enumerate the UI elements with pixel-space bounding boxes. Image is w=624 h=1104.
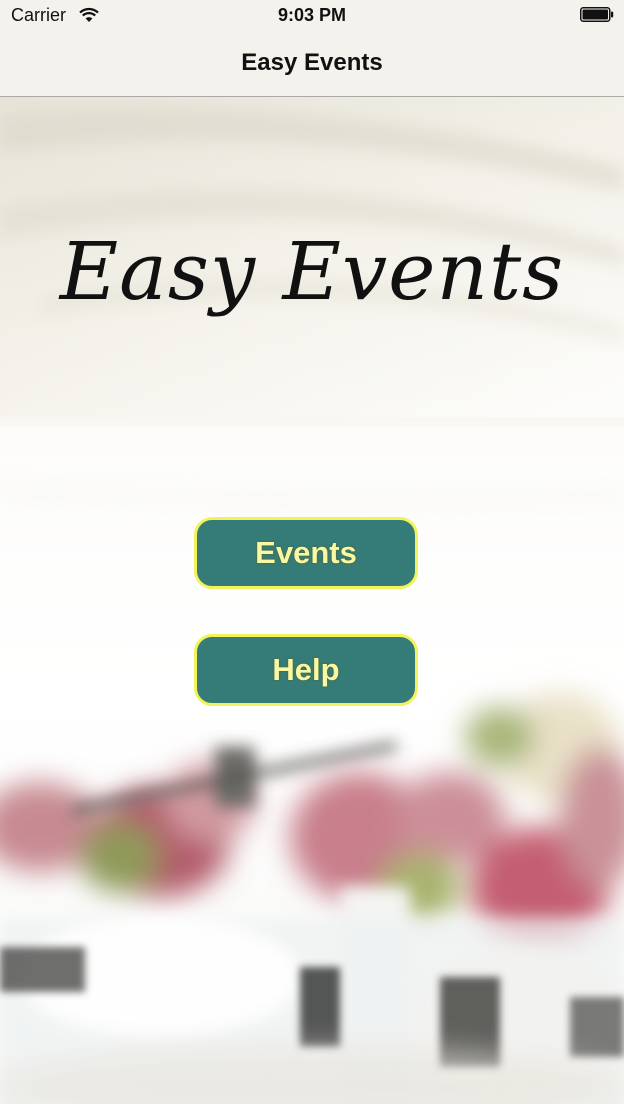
app-logo-title: Easy Events — [59, 225, 565, 318]
navigation-bar: Easy Events — [0, 32, 624, 97]
status-bar: Carrier 9:03 PM — [0, 0, 624, 32]
events-button[interactable]: Events — [194, 517, 418, 589]
app-screen: Carrier 9:03 PM Easy Events Easy Events … — [0, 0, 624, 1104]
nav-title: Easy Events — [241, 49, 383, 76]
help-button[interactable]: Help — [194, 634, 418, 706]
battery-icon — [580, 7, 614, 22]
status-time: 9:03 PM — [277, 5, 347, 25]
